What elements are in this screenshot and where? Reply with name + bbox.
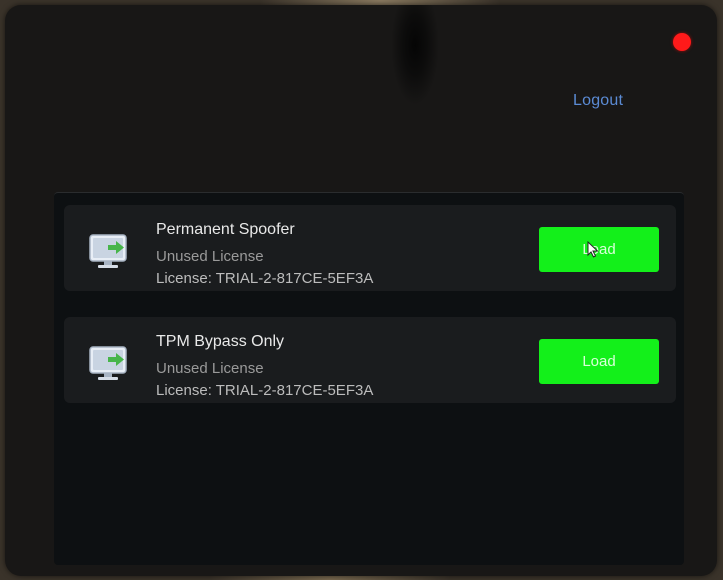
- load-button-permanent-spoofer[interactable]: Load: [539, 227, 659, 272]
- mouse-cursor-icon: [587, 241, 599, 258]
- app-window: Logout Permanent Spoofer Unused License …: [5, 5, 717, 576]
- close-button[interactable]: [673, 33, 691, 51]
- license-title: Permanent Spoofer: [156, 221, 295, 238]
- license-key: License: TRIAL-2-817CE-5EF3A: [156, 270, 374, 287]
- load-button-tpm-bypass[interactable]: Load: [539, 339, 659, 384]
- monitor-arrow-icon: [89, 234, 127, 268]
- license-key: License: TRIAL-2-817CE-5EF3A: [156, 382, 374, 399]
- monitor-arrow-icon: [89, 346, 127, 380]
- license-status: Unused License: [156, 360, 264, 377]
- background-smudge: [385, 5, 445, 120]
- license-title: TPM Bypass Only: [156, 333, 285, 350]
- license-card-tpm-bypass: TPM Bypass Only Unused License License: …: [64, 317, 676, 403]
- license-card-permanent-spoofer: Permanent Spoofer Unused License License…: [64, 205, 676, 291]
- license-status: Unused License: [156, 248, 264, 265]
- logout-link[interactable]: Logout: [573, 92, 623, 110]
